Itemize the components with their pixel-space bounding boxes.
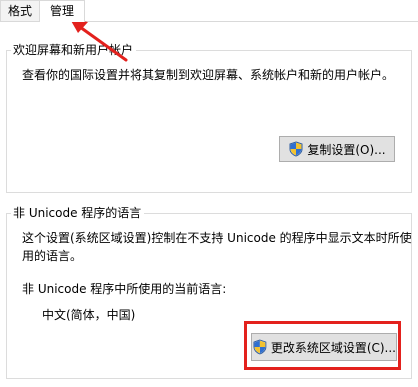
- welcome-group-title: 欢迎屏幕和新用户帐户: [11, 43, 137, 58]
- highlight-box: [244, 321, 401, 370]
- current-language-value: 中文(简体，中国): [42, 308, 136, 322]
- tab-strip: 格式 管理: [0, 0, 418, 22]
- welcome-description: 查看你的国际设置并将其复制到欢迎屏幕、系统帐户和新的用户帐户。: [22, 68, 395, 82]
- tab-format[interactable]: 格式: [0, 0, 40, 21]
- uac-shield-icon: [289, 141, 303, 157]
- current-language-label: 非 Unicode 程序中所使用的当前语言:: [22, 282, 227, 296]
- copy-settings-button[interactable]: 复制设置(O)...: [279, 136, 395, 162]
- tab-administrative[interactable]: 管理: [39, 0, 85, 22]
- non-unicode-description-line2: 用的语言。: [22, 249, 83, 263]
- non-unicode-description-line1: 这个设置(系统区域设置)控制在不支持 Unicode 的程序中显示文本时所使: [22, 231, 412, 245]
- copy-settings-button-label: 复制设置(O)...: [307, 142, 386, 157]
- non-unicode-group-title: 非 Unicode 程序的语言: [11, 206, 145, 221]
